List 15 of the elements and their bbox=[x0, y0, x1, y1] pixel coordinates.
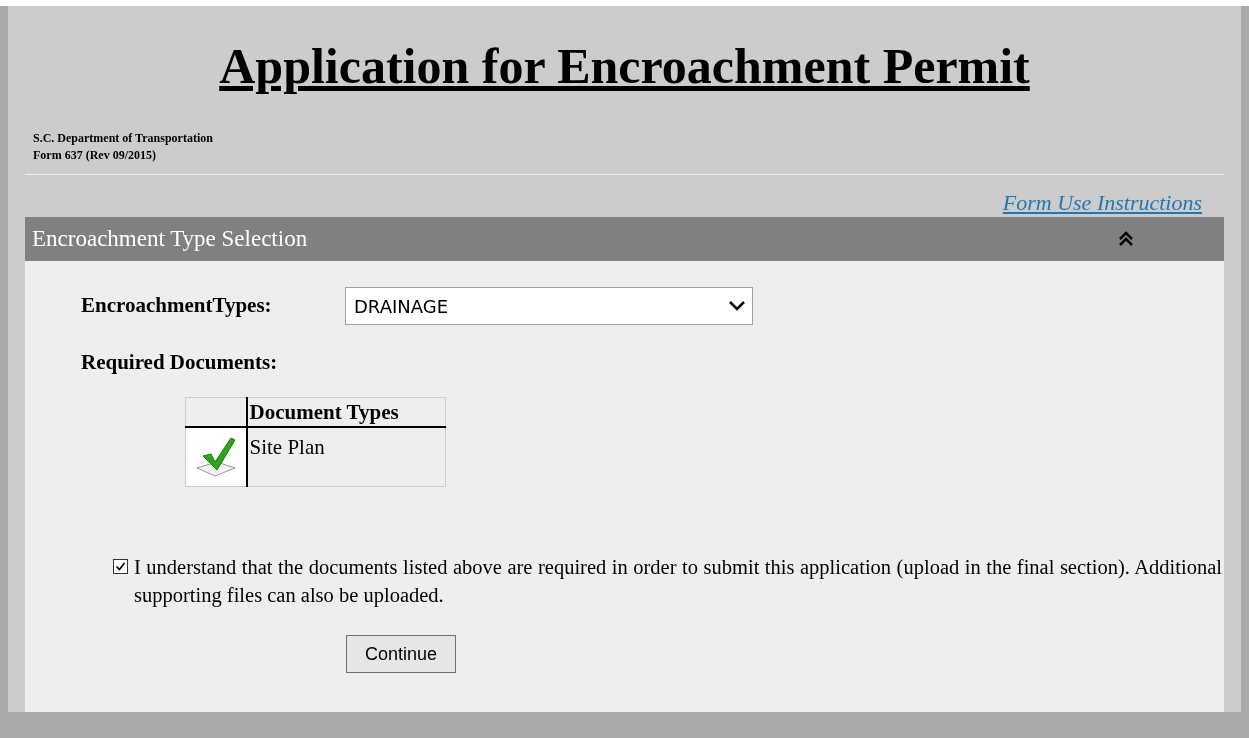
column-header: Document Types bbox=[246, 397, 446, 427]
section-title: Encroachment Type Selection bbox=[32, 224, 308, 253]
field-label: EncroachmentTypes: bbox=[81, 292, 273, 320]
section-header[interactable]: Encroachment Type Selection bbox=[25, 217, 1224, 261]
chevron-down-icon bbox=[728, 300, 746, 312]
table-cell: Site Plan bbox=[246, 426, 446, 487]
agency-name: S.C. Department of Transportation bbox=[33, 130, 214, 147]
form-number: Form 637 (Rev 09/2015) bbox=[33, 147, 157, 164]
continue-button[interactable]: Continue bbox=[346, 635, 457, 673]
type-select[interactable]: DRAINAGE bbox=[345, 287, 753, 325]
collapse-icon[interactable] bbox=[1118, 231, 1134, 247]
acknowledgement-text: I understand that the documents listed above are required in order to submit this application (upload in the final section). Additional supporting files can also be uploaded. bbox=[134, 555, 1222, 609]
page-title: Application for Encroachment Permit bbox=[219, 37, 1030, 96]
acknowledge-checkbox[interactable] bbox=[113, 559, 128, 574]
section-label: Required Documents: bbox=[81, 349, 279, 376]
